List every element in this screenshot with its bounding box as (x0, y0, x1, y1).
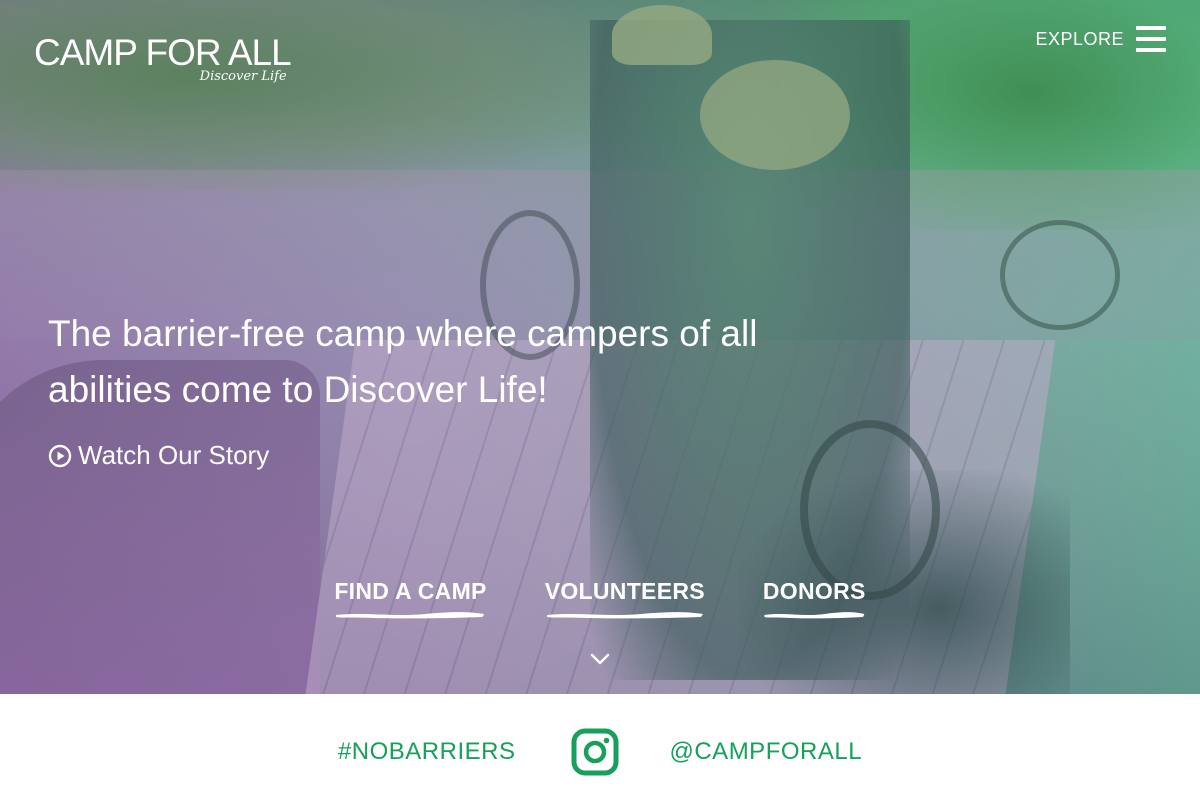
background-wheelchair-front (800, 420, 940, 600)
instagram-icon[interactable] (571, 728, 619, 776)
instagram-handle-link[interactable]: @CAMPFORALL (669, 738, 862, 766)
brush-underline (546, 612, 703, 619)
hashtag-text: #NOBARRIERS (337, 737, 516, 765)
find-a-camp-link[interactable]: FIND A CAMP (334, 578, 486, 619)
donors-label: DONORS (762, 578, 866, 604)
background-wheelchair-right (1000, 220, 1120, 330)
volunteers-label: VOLUNTEERS (544, 578, 705, 604)
watch-our-story-label: Watch Our Story (78, 440, 270, 470)
logo-wordmark: CAMP FOR ALL (34, 32, 292, 73)
explore-label: EXPLORE (1035, 28, 1124, 49)
hero-headline: The barrier-free camp where campers of a… (48, 313, 758, 410)
brush-underline (336, 612, 485, 619)
watch-our-story-link[interactable]: Watch Our Story (48, 440, 269, 471)
explore-menu-button[interactable]: EXPLORE (1035, 26, 1166, 52)
background-hat (612, 5, 712, 65)
volunteers-link[interactable]: VOLUNTEERS (545, 578, 705, 619)
donors-link[interactable]: DONORS (763, 578, 866, 619)
site-logo[interactable]: CAMP FOR ALL Discover Life (34, 32, 292, 84)
background-trees (0, 0, 620, 190)
play-circle-icon (48, 444, 72, 467)
chevron-down-icon[interactable] (588, 651, 612, 667)
hero-section: CAMP FOR ALL Discover Life EXPLORE The b… (0, 0, 1200, 694)
cta-nav: FIND A CAMP VOLUNTEERS DONORS (0, 578, 1200, 619)
social-bar: #NOBARRIERS @CAMPFORALL (0, 694, 1200, 809)
brush-underline (764, 612, 865, 619)
background-hat-2 (700, 60, 850, 170)
find-a-camp-label: FIND A CAMP (334, 578, 487, 604)
hamburger-menu-icon[interactable] (1136, 26, 1166, 52)
